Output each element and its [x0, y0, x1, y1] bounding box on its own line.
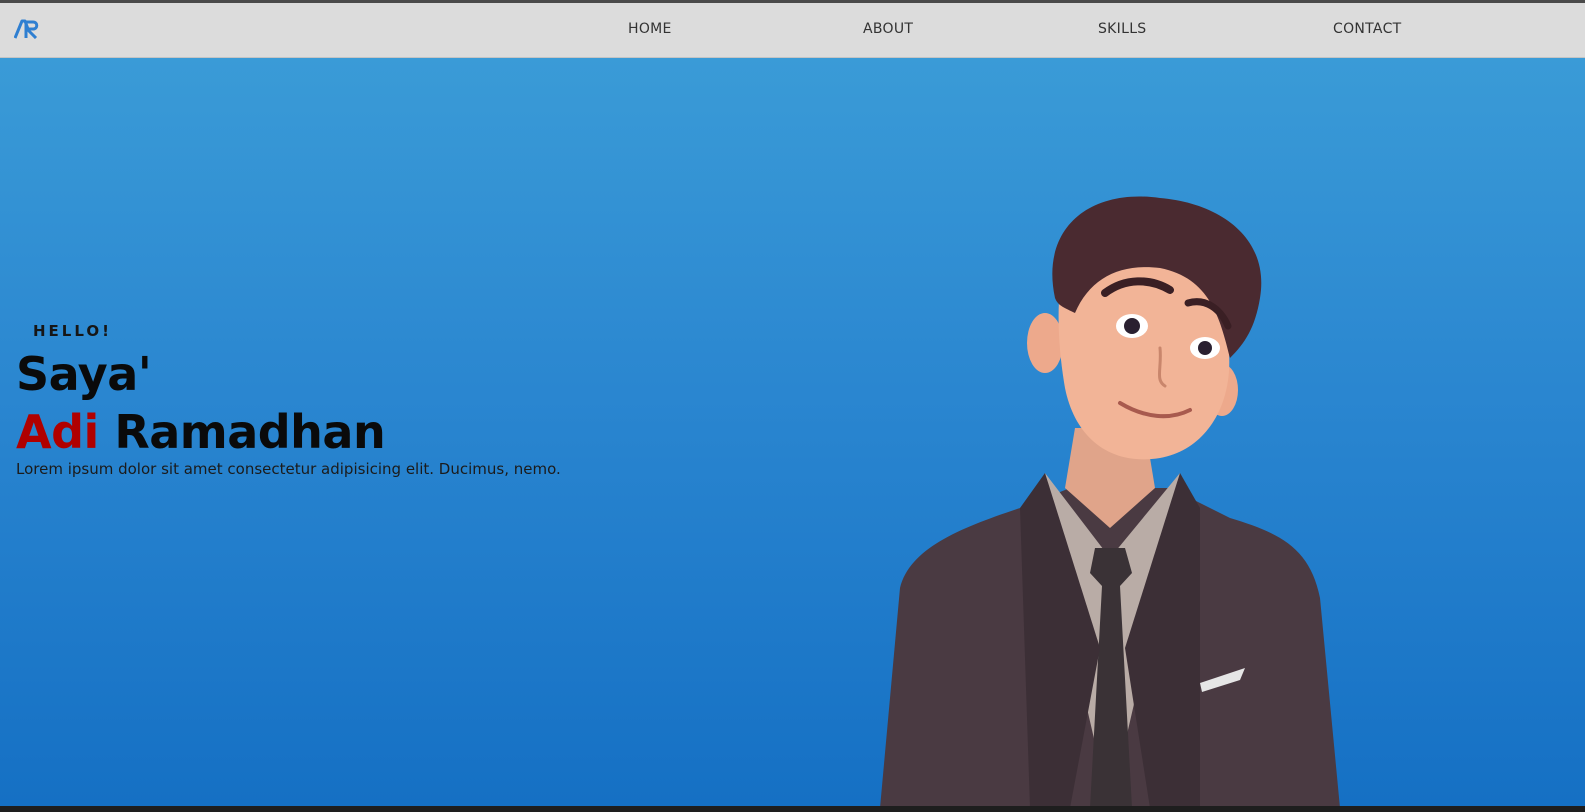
hero-description: Lorem ipsum dolor sit amet consectetur a…: [16, 460, 561, 478]
navbar: HOME ABOUT SKILLS CONTACT: [0, 3, 1585, 58]
avatar-illustration-icon: [880, 196, 1340, 806]
nav-skills[interactable]: SKILLS: [1098, 21, 1146, 37]
hero-heading: Saya' Adi Ramadhan: [16, 345, 386, 461]
nav-about[interactable]: ABOUT: [863, 21, 913, 37]
nav-contact[interactable]: CONTACT: [1333, 21, 1402, 37]
hero-last-name: Ramadhan: [114, 405, 386, 459]
taskbar-strip: [0, 806, 1585, 812]
hero-intro-line: Saya': [16, 347, 152, 401]
portfolio-page: HOME ABOUT SKILLS CONTACT HELLO! Saya' A…: [0, 0, 1585, 812]
nav-home[interactable]: HOME: [628, 21, 672, 37]
ar-logo-icon[interactable]: [14, 19, 40, 39]
hero-first-name: Adi: [16, 405, 99, 459]
hero-greeting: HELLO!: [33, 322, 112, 340]
hero-section: HELLO! Saya' Adi Ramadhan Lorem ipsum do…: [0, 58, 1585, 806]
hero-name-line: Adi Ramadhan: [16, 403, 386, 461]
